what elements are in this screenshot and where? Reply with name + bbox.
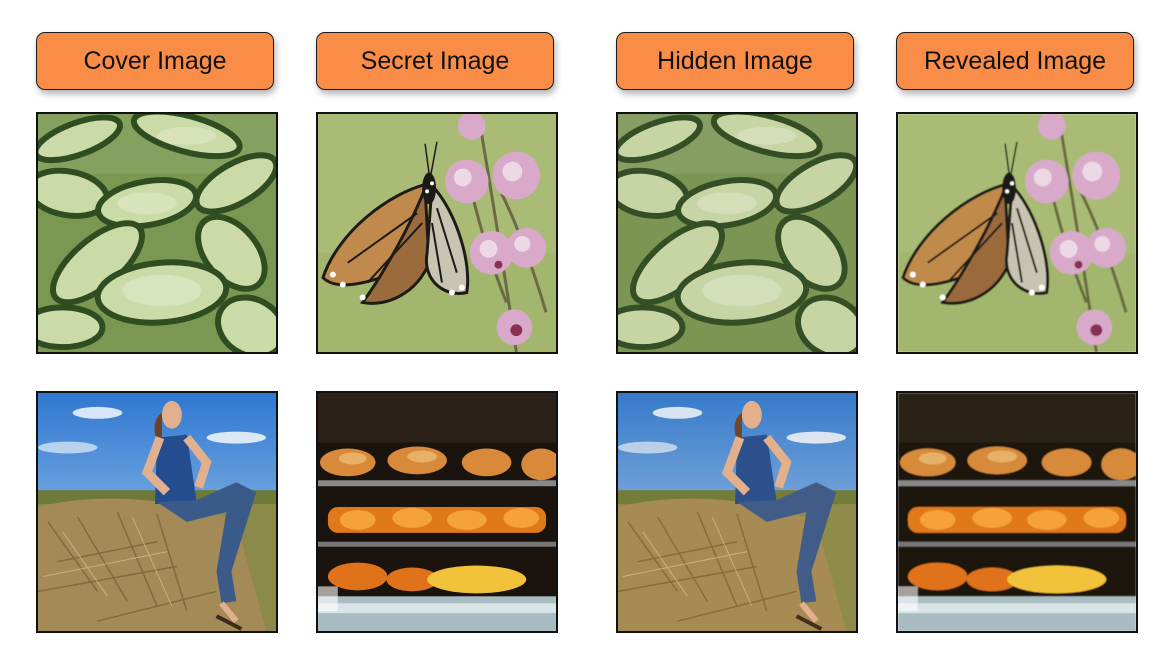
hidden-image-label: Hidden Image bbox=[616, 32, 854, 90]
secret-image-label: Secret Image bbox=[316, 32, 554, 90]
cover-image-hay-bale bbox=[36, 391, 278, 633]
revealed-image-chicken bbox=[896, 391, 1138, 633]
revealed-image-butterfly bbox=[896, 112, 1138, 354]
secret-image-chicken bbox=[316, 391, 558, 633]
revealed-image-label: Revealed Image bbox=[896, 32, 1134, 90]
hidden-image-hay-bale bbox=[616, 391, 858, 633]
cover-image-cucumber bbox=[36, 112, 278, 354]
cover-image-label: Cover Image bbox=[36, 32, 274, 90]
hidden-image-cucumber bbox=[616, 112, 858, 354]
secret-image-butterfly bbox=[316, 112, 558, 354]
